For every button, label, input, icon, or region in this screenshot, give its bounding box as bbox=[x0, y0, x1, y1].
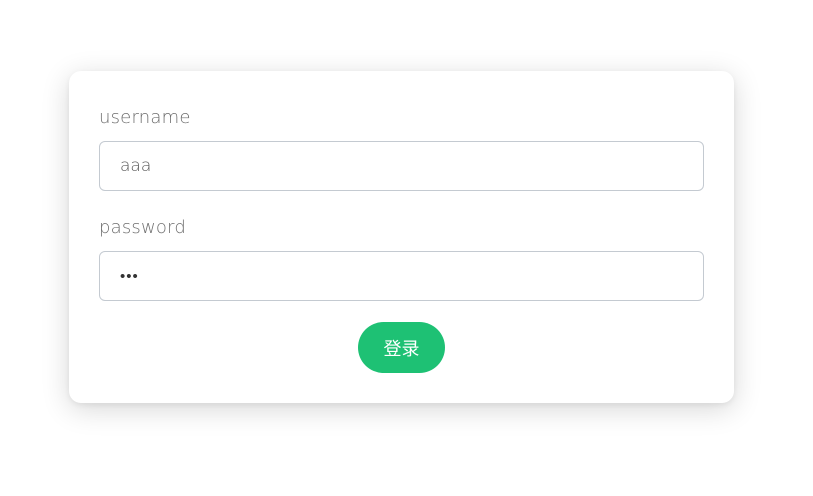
password-input[interactable] bbox=[99, 251, 704, 301]
login-button[interactable]: 登录 bbox=[358, 322, 445, 373]
login-card: username password 登录 bbox=[69, 71, 734, 403]
password-label: password bbox=[99, 217, 187, 238]
username-input[interactable] bbox=[99, 141, 704, 191]
username-label: username bbox=[99, 107, 191, 128]
